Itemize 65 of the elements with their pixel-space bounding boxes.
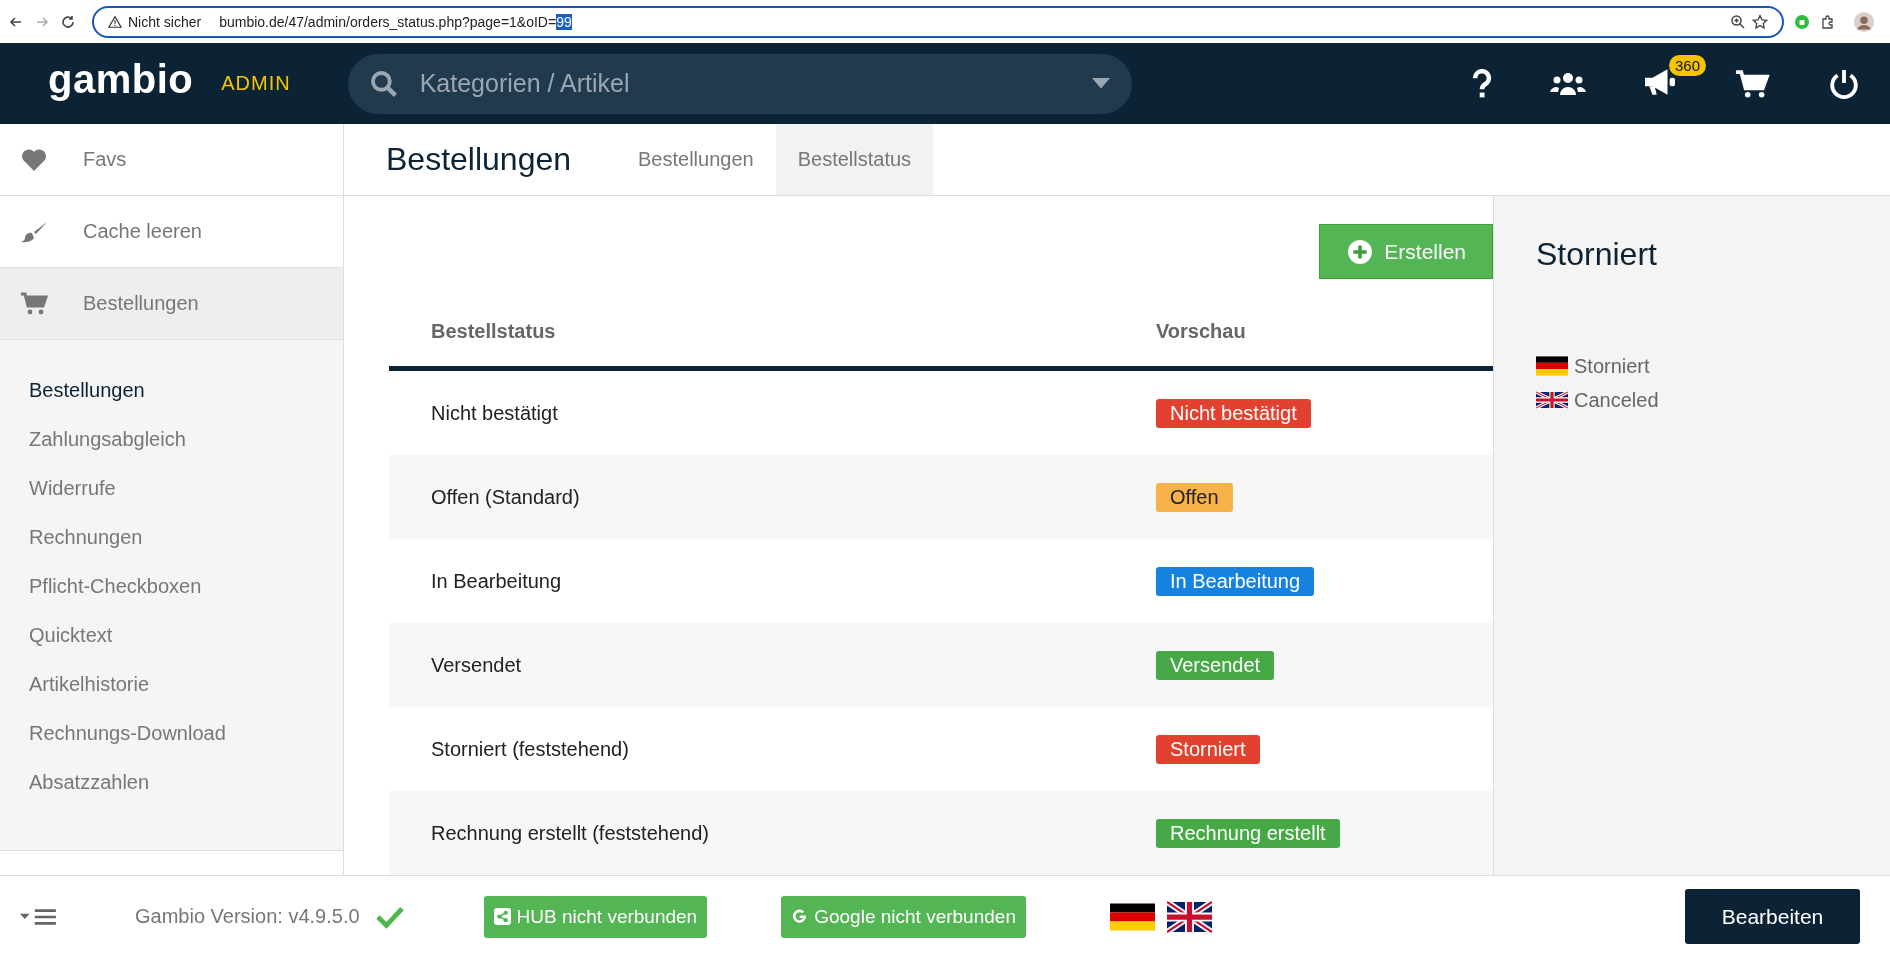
submenu-link[interactable]: Bestellungen xyxy=(0,366,343,415)
help-icon[interactable] xyxy=(1470,67,1494,100)
url-selection: 99 xyxy=(556,13,572,30)
tab[interactable]: Bestellungen xyxy=(616,124,776,195)
caret-icon xyxy=(1091,77,1110,90)
edit-button[interactable]: Bearbeiten xyxy=(1685,889,1860,944)
reload-icon[interactable] xyxy=(60,13,76,30)
submenu-link[interactable]: Rechnungen xyxy=(0,513,343,562)
check-icon xyxy=(374,904,405,929)
submenu-link[interactable]: Quicktext xyxy=(0,611,343,660)
cart-icon xyxy=(20,291,48,316)
google-status-button[interactable]: Google nicht verbunden xyxy=(781,895,1026,938)
zoom-icon[interactable] xyxy=(1730,13,1746,30)
status-badge: Rechnung erstellt xyxy=(1156,818,1340,848)
search-field[interactable]: Kategorien / Artikel xyxy=(347,53,1132,114)
star-icon[interactable] xyxy=(1752,13,1768,30)
cart-icon[interactable] xyxy=(1734,68,1770,99)
status-badge: Nicht bestätigt xyxy=(1156,398,1311,428)
column-header: Vorschau xyxy=(1156,319,1247,343)
google-g-icon xyxy=(791,908,809,925)
hub-status-button[interactable]: HUB nicht verbunden xyxy=(483,895,708,938)
status-badge: In Bearbeitung xyxy=(1156,566,1315,596)
sidebar-item[interactable]: Bestellungen xyxy=(0,268,343,340)
puzzle-icon[interactable] xyxy=(1820,13,1836,30)
column-header: Bestellstatus xyxy=(430,319,557,343)
logo[interactable]: gambio xyxy=(48,57,194,102)
translation-text: Storniert xyxy=(1574,354,1650,378)
status-name: Offen (Standard) xyxy=(430,485,581,509)
tab[interactable]: Bestellstatus xyxy=(775,124,934,195)
menu-icon[interactable] xyxy=(20,907,58,926)
address-bar[interactable]: Nicht sicher bumbio.de/47/admin/orders_status.php?page=1&oID=99 xyxy=(92,5,1784,38)
status-name: Storniert (feststehend) xyxy=(430,737,630,761)
status-name: Nicht bestätigt xyxy=(430,401,559,425)
uk-flag-icon xyxy=(1536,389,1568,411)
uk-flag-icon[interactable] xyxy=(1166,899,1212,934)
submenu-link[interactable]: Zahlungsabgleich xyxy=(0,415,343,464)
notification-badge: 360 xyxy=(1668,54,1706,76)
brush-icon xyxy=(20,219,48,244)
status-badge: Storniert xyxy=(1156,734,1260,764)
german-flag-icon xyxy=(1536,355,1568,377)
plus-icon xyxy=(1348,239,1373,264)
search-input[interactable]: Kategorien / Artikel xyxy=(417,68,1092,99)
page-title: Bestellungen xyxy=(386,140,572,179)
submenu-link[interactable]: Absatzzahlen xyxy=(0,758,343,807)
status-name: In Bearbeitung xyxy=(430,569,563,593)
submenu-link[interactable]: Artikelhistorie xyxy=(0,660,343,709)
admin-label: ADMIN xyxy=(221,72,291,95)
status-badge: Versendet xyxy=(1156,650,1275,680)
url-text: bumbio.de/47/admin/orders_status.php?page=1&oID= xyxy=(219,13,557,30)
translation-text: Canceled xyxy=(1574,388,1659,412)
submenu-link[interactable]: Widerrufe xyxy=(0,464,343,513)
status-name: Rechnung erstellt (feststehend) xyxy=(430,821,710,845)
status-name: Versendet xyxy=(430,653,523,677)
warning-icon xyxy=(108,14,122,29)
create-button[interactable]: Erstellen xyxy=(1319,224,1493,279)
search-icon xyxy=(369,69,398,98)
detail-title: Storniert xyxy=(1536,236,1658,273)
status-badge: Offen xyxy=(1156,482,1233,512)
submenu-link[interactable]: Rechnungs-Download xyxy=(0,709,343,758)
profile-avatar[interactable] xyxy=(1854,11,1874,32)
version-text: Gambio Version: v4.9.5.0 xyxy=(135,905,360,928)
submenu-link[interactable]: Pflicht-Checkboxen xyxy=(0,562,343,611)
security-label: Nicht sicher xyxy=(128,13,202,30)
share-icon xyxy=(493,908,511,925)
heart-icon xyxy=(20,147,48,172)
